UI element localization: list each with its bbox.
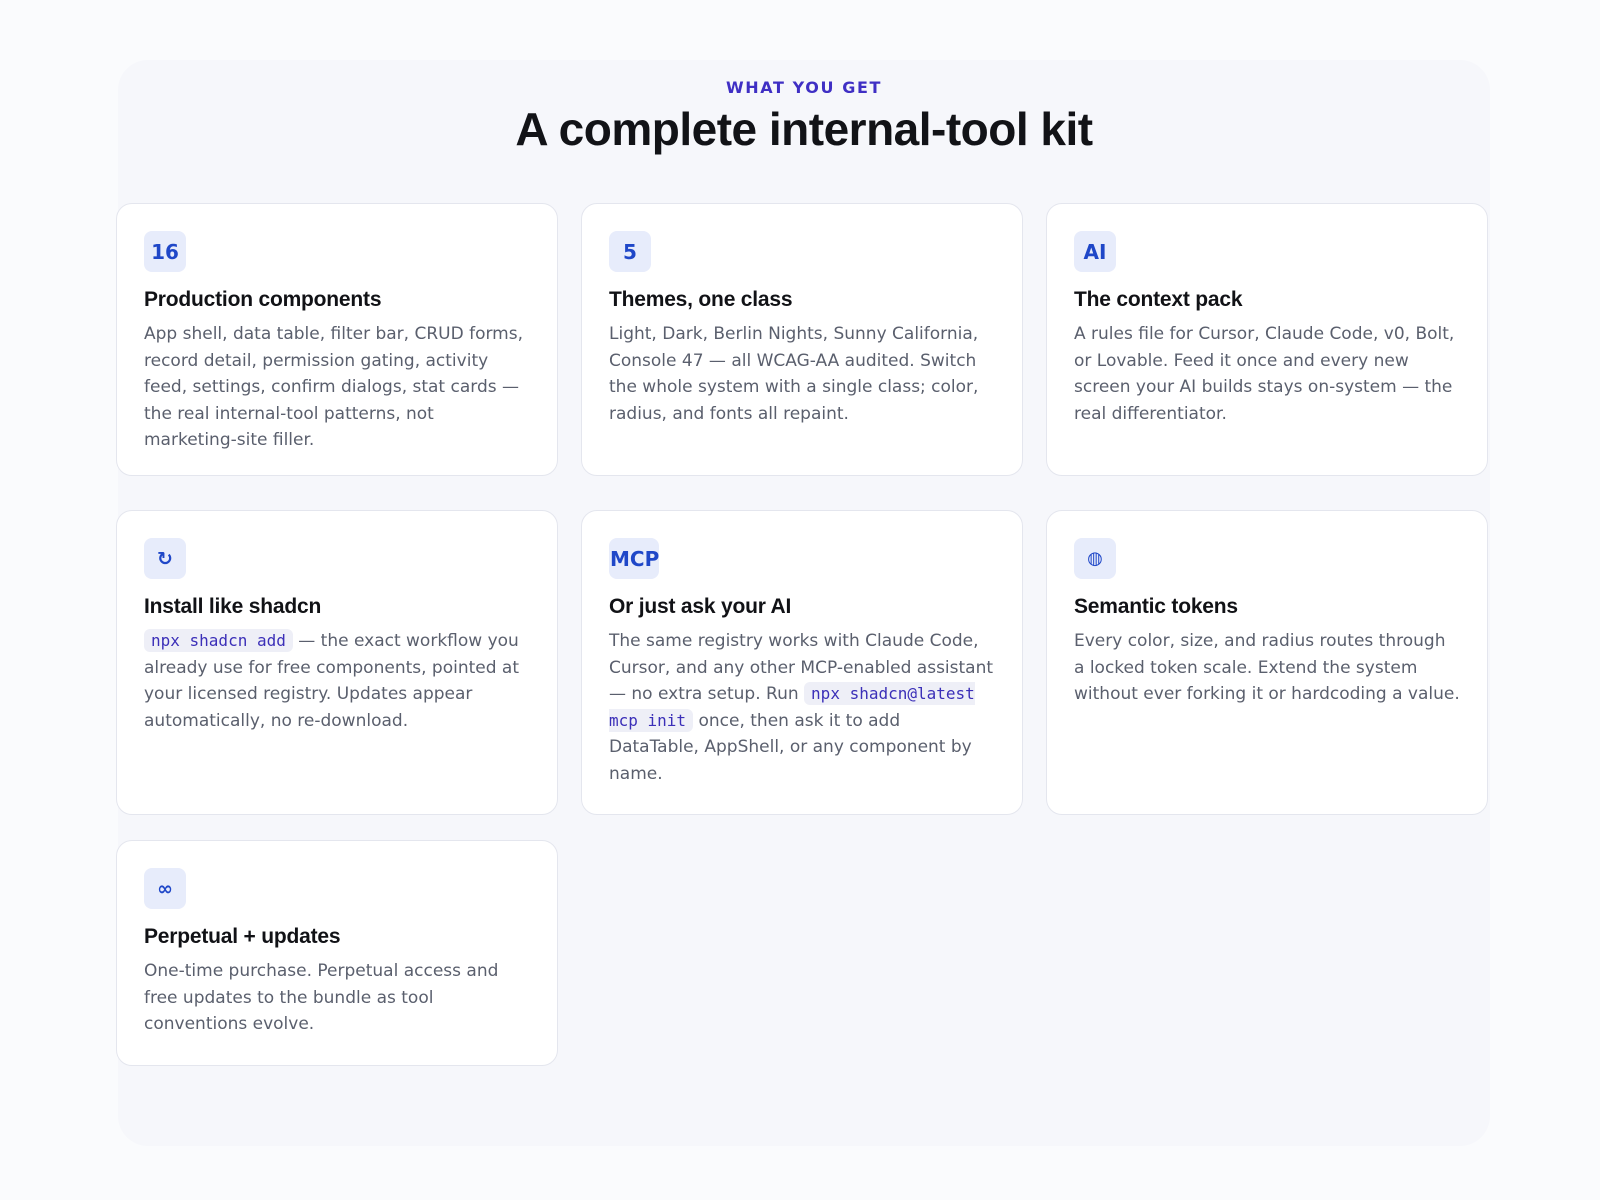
card-title: Perpetual + updates [144, 925, 341, 948]
infinity-icon: ∞ [144, 868, 186, 909]
card-title: Themes, one class [609, 288, 793, 311]
mcp-badge: MCP [609, 538, 660, 579]
feature-card-production-components: 16 Production components App shell, data… [116, 203, 558, 476]
install-command: npx shadcn add [144, 629, 293, 652]
ai-badge: AI [1074, 231, 1116, 272]
globe-icon: ◍ [1074, 538, 1116, 579]
count-badge: 16 [144, 231, 186, 272]
card-title: Semantic tokens [1074, 595, 1238, 618]
card-title: Install like shadcn [144, 595, 322, 618]
card-description: A rules file for Cursor, Claude Code, v0… [1074, 324, 1455, 424]
card-description: Light, Dark, Berlin Nights, Sunny Califo… [609, 324, 979, 424]
feature-card-mcp: MCP Or just ask your AI The same registr… [581, 510, 1023, 815]
card-title: Or just ask your AI [609, 595, 792, 618]
card-description: Every color, size, and radius routes thr… [1074, 631, 1460, 704]
section-eyebrow: WHAT YOU GET [725, 78, 883, 97]
feature-card-install: ↻ Install like shadcn npx shadcn add — t… [116, 510, 558, 815]
section-title: A complete internal-tool kit [515, 103, 1093, 155]
card-description: npx shadcn add — the exact workflow you … [144, 628, 530, 734]
card-title: The context pack [1074, 288, 1243, 311]
card-title: Production components [144, 288, 382, 311]
feature-card-perpetual: ∞ Perpetual + updates One-time purchase.… [116, 840, 558, 1066]
refresh-icon: ↻ [144, 538, 186, 579]
card-description: App shell, data table, filter bar, CRUD … [144, 324, 523, 450]
count-badge: 5 [609, 231, 651, 272]
feature-card-themes: 5 Themes, one class Light, Dark, Berlin … [581, 203, 1023, 476]
features-section: WHAT YOU GET A complete internal-tool ki… [116, 60, 1490, 1146]
card-description: The same registry works with Claude Code… [609, 628, 995, 787]
card-description: One-time purchase. Perpetual access and … [144, 961, 499, 1034]
feature-card-context-pack: AI The context pack A rules file for Cur… [1046, 203, 1488, 476]
feature-card-tokens: ◍ Semantic tokens Every color, size, and… [1046, 510, 1488, 815]
